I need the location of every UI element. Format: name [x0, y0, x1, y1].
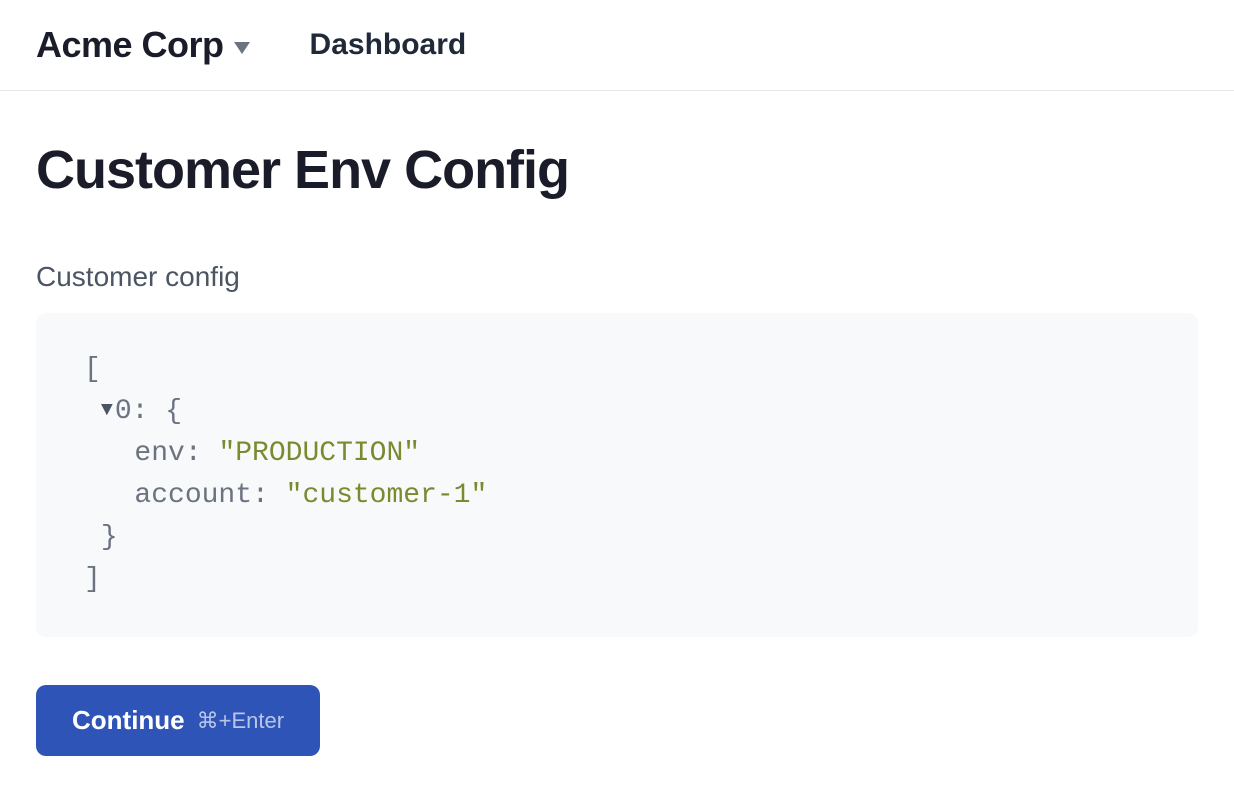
- org-selector[interactable]: Acme Corp: [36, 24, 250, 66]
- code-colon-account: :: [252, 480, 286, 511]
- continue-button[interactable]: Continue ⌘+Enter: [36, 685, 320, 756]
- triangle-down-icon[interactable]: ▼: [101, 396, 113, 426]
- code-index: 0: [115, 396, 132, 427]
- code-val-account: "customer-1": [286, 480, 488, 511]
- code-val-env: "PRODUCTION": [218, 438, 420, 469]
- main-content: Customer Env Config Customer config [ ▼0…: [0, 91, 1234, 804]
- org-name: Acme Corp: [36, 24, 224, 66]
- code-colon-env: :: [185, 438, 219, 469]
- config-field-label: Customer config: [36, 261, 1198, 293]
- code-open-brace: {: [165, 396, 182, 427]
- page-title: Customer Env Config: [36, 139, 1198, 201]
- app-header: Acme Corp Dashboard: [0, 0, 1234, 91]
- nav-dashboard[interactable]: Dashboard: [310, 28, 467, 62]
- config-code-panel[interactable]: [ ▼0: { env: "PRODUCTION" account: "cust…: [36, 313, 1198, 637]
- continue-label: Continue: [72, 705, 185, 736]
- code-close-bracket: ]: [84, 564, 101, 595]
- code-colon-index: :: [132, 396, 166, 427]
- code-key-account: account: [134, 480, 252, 511]
- continue-shortcut: ⌘+Enter: [197, 708, 284, 734]
- code-close-brace: }: [101, 522, 118, 553]
- code-key-env: env: [134, 438, 184, 469]
- chevron-down-icon: [234, 42, 250, 54]
- code-open-bracket: [: [84, 354, 101, 385]
